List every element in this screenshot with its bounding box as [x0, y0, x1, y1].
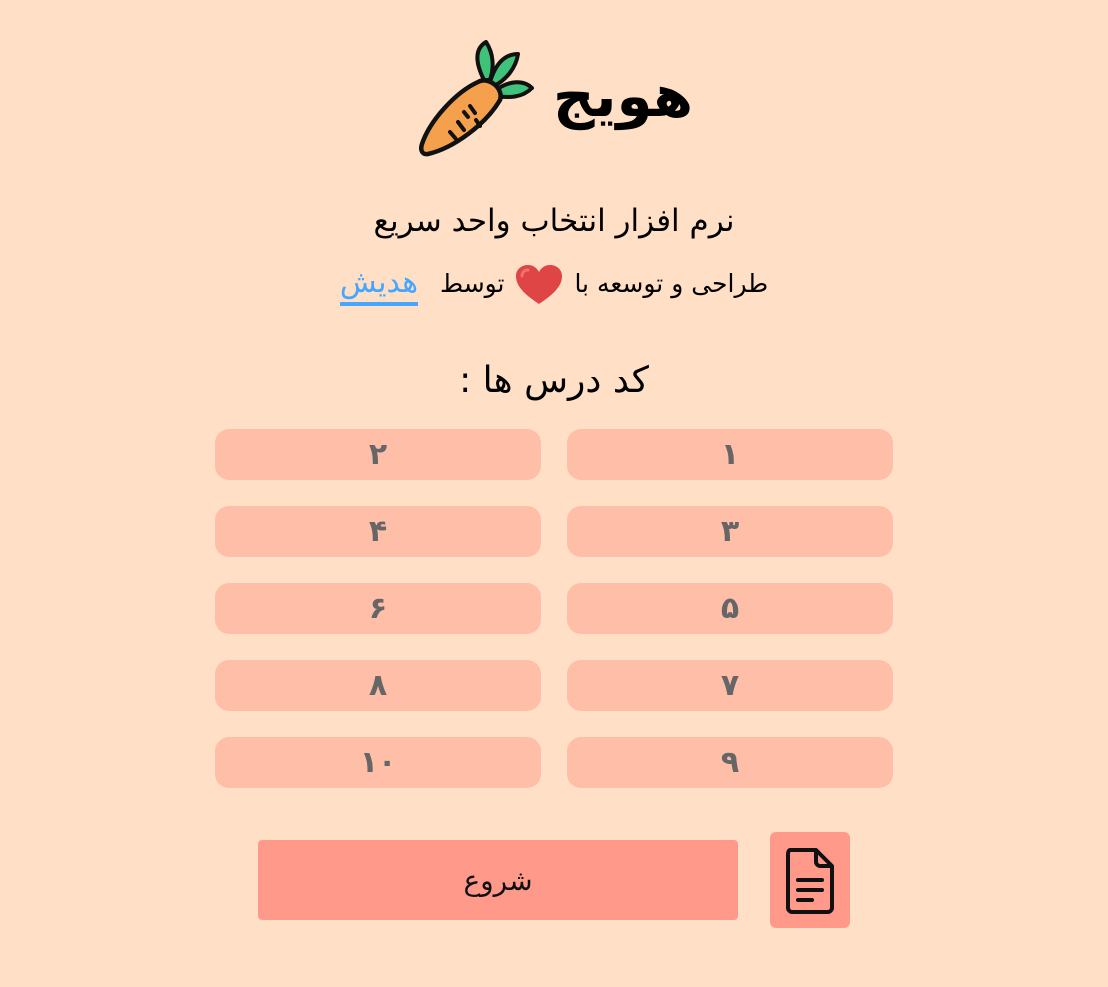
credit-prefix: طراحی و توسعه با: [574, 269, 769, 298]
app-subtitle: نرم افزار انتخاب واحد سریع: [373, 203, 735, 239]
document-button[interactable]: [770, 832, 850, 928]
document-icon: [786, 848, 834, 914]
course-code-button[interactable]: ۱: [567, 429, 893, 480]
course-code-grid: ۱ ۲ ۳ ۴ ۵ ۶ ۷ ۸ ۹ ۱۰: [215, 429, 893, 788]
course-codes-title: کد درس ها :: [459, 360, 649, 401]
credit-by: توسط: [439, 269, 505, 298]
course-code-button[interactable]: ۳: [567, 506, 893, 557]
heart-icon: [516, 265, 563, 304]
start-button[interactable]: شروع: [258, 840, 738, 920]
course-code-button[interactable]: ۵: [567, 583, 893, 634]
course-code-button[interactable]: ۶: [215, 583, 541, 634]
author-link[interactable]: هدیش: [339, 265, 419, 306]
carrot-icon: [419, 40, 534, 157]
course-code-button[interactable]: ۷: [567, 660, 893, 711]
credit-line: طراحی و توسعه با توسط هدیش: [0, 260, 1108, 307]
course-code-button[interactable]: ۴: [215, 506, 541, 557]
course-code-button[interactable]: ۸: [215, 660, 541, 711]
course-code-button[interactable]: ۱۰: [215, 737, 541, 788]
app-logo-text: هویج: [552, 62, 694, 130]
course-code-button[interactable]: ۲: [215, 429, 541, 480]
course-code-button[interactable]: ۹: [567, 737, 893, 788]
